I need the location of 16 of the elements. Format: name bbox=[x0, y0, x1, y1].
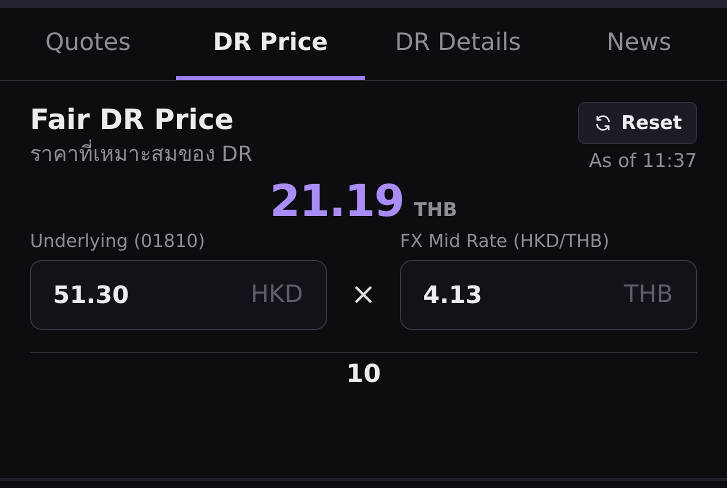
currency-unit: THB bbox=[624, 280, 673, 308]
tab[interactable]: Quotes bbox=[0, 8, 176, 80]
field-label: FX Mid Rate (HKD/THB) bbox=[400, 231, 610, 252]
timestamp: As of 11:37 bbox=[588, 150, 697, 172]
section-subtitle: ราคาที่เหมาะสมของ DR bbox=[30, 138, 252, 170]
tab[interactable]: DR Details bbox=[365, 8, 551, 80]
divisor-value: 10 bbox=[346, 359, 381, 388]
section-title: Fair DR Price bbox=[30, 102, 235, 138]
currency-unit: HKD bbox=[250, 280, 303, 308]
multiply-sign: × bbox=[350, 276, 378, 314]
tab[interactable]: DR Price bbox=[176, 8, 365, 80]
currency-unit: THB bbox=[414, 199, 458, 221]
reset-button[interactable]: Reset bbox=[578, 102, 697, 144]
tab[interactable]: News bbox=[551, 8, 727, 80]
field-label: Underlying (01810) bbox=[30, 231, 206, 252]
fair-price-value: 21.19 bbox=[270, 176, 404, 227]
